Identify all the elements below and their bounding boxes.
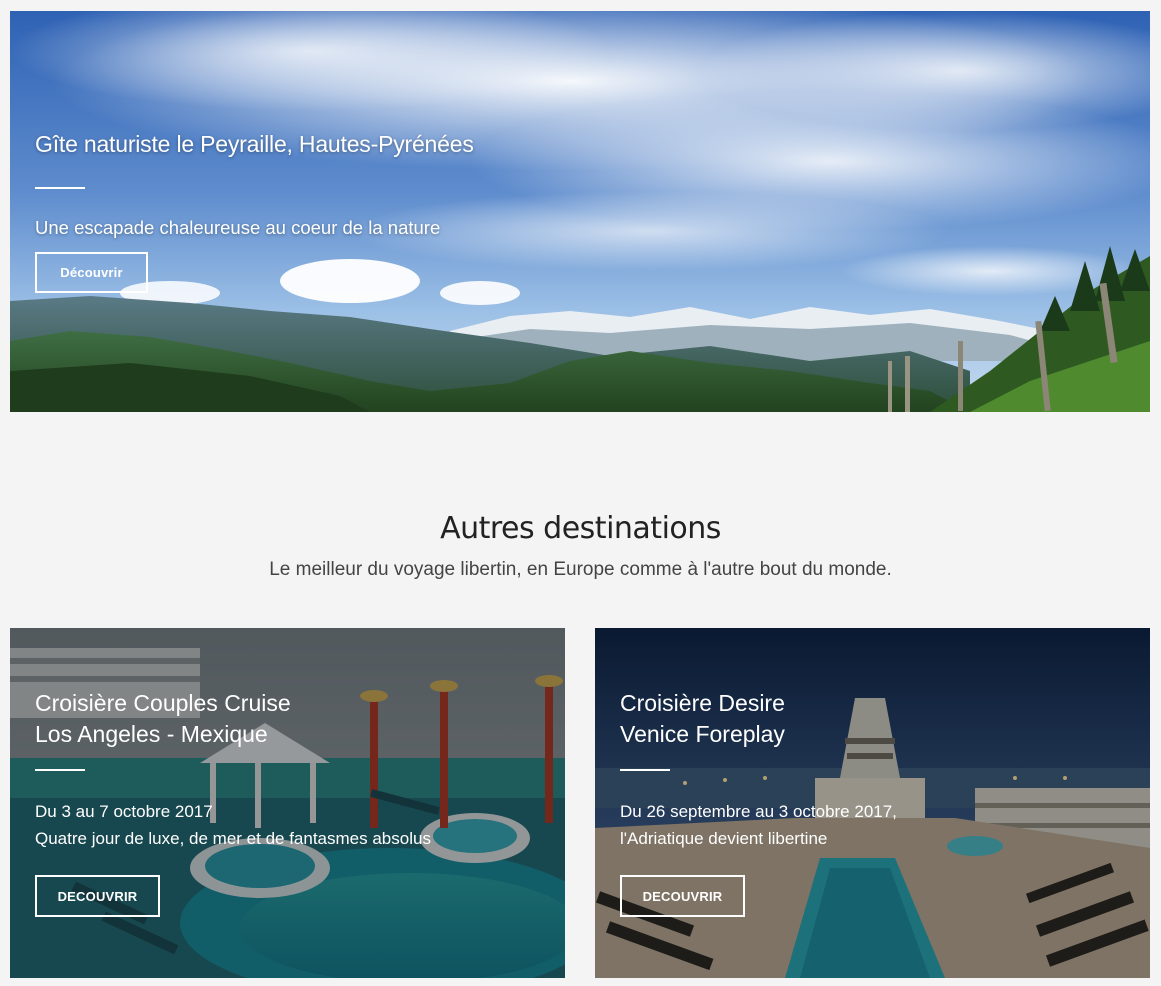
hero-title: Gîte naturiste le Peyraille, Hautes-Pyré… [35,131,474,157]
card-divider [620,769,670,771]
card-text: Du 26 septembre au 3 octobre 2017, l'Adr… [620,798,897,852]
card-description: Quatre jour de luxe, de mer et de fantas… [35,829,431,848]
section-subtitle: Le meilleur du voyage libertin, en Europ… [269,559,892,580]
card-text: Du 3 au 7 octobre 2017 Quatre jour de lu… [35,798,431,852]
card-title: Croisière Couples Cruise Los Angeles - M… [35,688,415,750]
hero-discover-button[interactable]: Découvrir [35,252,148,293]
card-title-line-1: Croisière Couples Cruise [35,690,291,716]
card-discover-button[interactable]: DECOUVRIR [620,875,745,917]
section-title: Autres destinations [440,511,721,546]
hero-banner: Gîte naturiste le Peyraille, Hautes-Pyré… [10,11,1150,412]
card-title-line-2: Venice Foreplay [620,721,785,747]
card-title-line-1: Croisière Desire [620,690,785,716]
card-date: Du 3 au 7 octobre 2017 [35,802,213,821]
card-title: Croisière Desire Venice Foreplay [620,688,1000,750]
card-date: Du 26 septembre au 3 octobre 2017, [620,802,897,821]
destination-card-couples-cruise: Croisière Couples Cruise Los Angeles - M… [10,628,565,978]
card-divider [35,769,85,771]
hero-divider [35,187,85,189]
mountain-landscape-image [10,11,1150,412]
card-description: l'Adriatique devient libertine [620,829,828,848]
hero-subtitle: Une escapade chaleureuse au coeur de la … [35,217,441,238]
card-discover-button[interactable]: DECOUVRIR [35,875,160,917]
destination-card-desire-venice: Croisière Desire Venice Foreplay Du 26 s… [595,628,1150,978]
card-title-line-2: Los Angeles - Mexique [35,721,268,747]
